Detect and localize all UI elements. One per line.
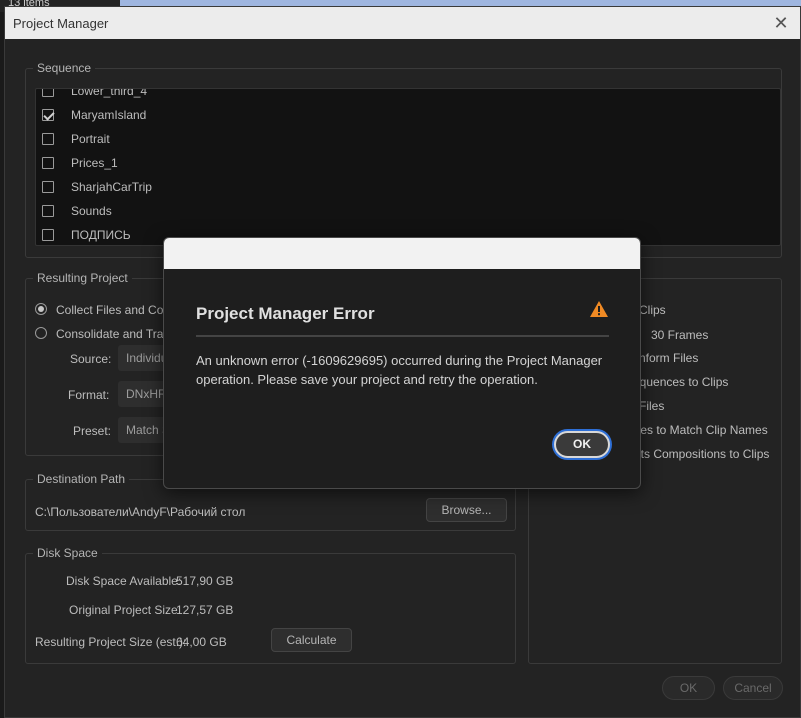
option-compositions[interactable]: ects Compositions to Clips <box>628 447 769 461</box>
sequence-checkbox[interactable] <box>42 181 54 193</box>
sequence-item-label: MaryamIsland <box>71 108 147 122</box>
option-conform[interactable]: nform Files <box>639 351 698 365</box>
sequence-checkbox[interactable] <box>42 157 54 169</box>
cancel-button[interactable]: Cancel <box>723 676 783 700</box>
sequence-item-label: Lower_third_4 <box>71 88 148 98</box>
disk-space-group: Disk Space Disk Space Available: 517,90 … <box>25 546 516 664</box>
calculate-button[interactable]: Calculate <box>271 628 352 652</box>
resulting-project-legend: Resulting Project <box>33 271 132 285</box>
warning-icon <box>590 301 608 317</box>
dialog-message: An unknown error (-1609629695) occurred … <box>196 353 603 387</box>
option-match-names[interactable]: iles to Match Clip Names <box>635 423 768 437</box>
sequence-item-label: Prices_1 <box>71 156 118 170</box>
sequence-item-label: SharjahCarTrip <box>71 180 152 194</box>
dialog-title: Project Manager Error <box>196 304 375 323</box>
window-titlebar: Project Manager ✕ <box>5 7 800 39</box>
collect-files-label: Collect Files and Copy <box>56 303 177 317</box>
sequence-item[interactable]: Portrait <box>36 130 780 150</box>
sequence-item[interactable]: MaryamIsland <box>36 106 780 126</box>
dialog-divider <box>196 335 609 337</box>
close-icon[interactable]: ✕ <box>770 12 792 34</box>
option-frames[interactable]: 30 Frames <box>651 328 708 342</box>
sequence-item-label: ПОДПИСЬ <box>71 228 131 242</box>
sequence-item[interactable]: Lower_third_4 <box>36 88 780 102</box>
original-size-label: Original Project Size: <box>69 603 182 617</box>
dialog-ok-button[interactable]: OK <box>554 431 610 458</box>
consolidate-label: Consolidate and Trans <box>56 327 177 341</box>
sequence-group: Sequence Lower_third_4 MaryamIsland Port… <box>25 61 782 258</box>
consolidate-radio[interactable] <box>35 327 47 339</box>
sequence-checkbox[interactable] <box>42 133 54 145</box>
sequence-item[interactable]: SharjahCarTrip <box>36 178 780 198</box>
sequence-item[interactable]: Prices_1 <box>36 154 780 174</box>
sequence-list[interactable]: Lower_third_4 MaryamIsland Portrait Pric… <box>35 88 781 246</box>
sequence-item-label: Portrait <box>71 132 110 146</box>
sequence-item[interactable]: Sounds <box>36 202 780 222</box>
destination-legend: Destination Path <box>33 472 130 486</box>
dialog-header <box>164 238 640 269</box>
collect-files-radio[interactable] <box>35 303 47 315</box>
source-label: Source: <box>70 352 112 366</box>
resulting-size-value: 64,00 GB <box>176 635 227 649</box>
original-size-value: 127,57 GB <box>176 603 234 617</box>
format-label: Format: <box>68 388 110 402</box>
sequence-checkbox[interactable] <box>42 205 54 217</box>
option-clips[interactable]: Clips <box>639 303 666 317</box>
sequence-item-label: Sounds <box>71 204 112 218</box>
sequence-legend: Sequence <box>33 61 96 75</box>
ok-button[interactable]: OK <box>662 676 715 700</box>
option-sequences[interactable]: equences to Clips <box>633 375 728 389</box>
browse-button[interactable]: Browse... <box>426 498 507 522</box>
sequence-checkbox[interactable] <box>42 229 54 241</box>
sequence-checkbox[interactable] <box>42 109 54 121</box>
destination-path: C:\Пользователи\AndyF\Рабочий стол <box>35 505 246 519</box>
window-title: Project Manager <box>13 16 109 31</box>
resulting-size-label: Resulting Project Size (est.): <box>35 635 187 649</box>
option-files[interactable]: Files <box>639 399 664 413</box>
disk-available-value: 517,90 GB <box>176 574 234 588</box>
sequence-checkbox[interactable] <box>42 89 54 97</box>
error-dialog: Project Manager Error An unknown error (… <box>163 237 641 489</box>
disk-space-legend: Disk Space <box>33 546 102 560</box>
disk-available-label: Disk Space Available: <box>66 574 182 588</box>
preset-label: Preset: <box>73 424 112 438</box>
